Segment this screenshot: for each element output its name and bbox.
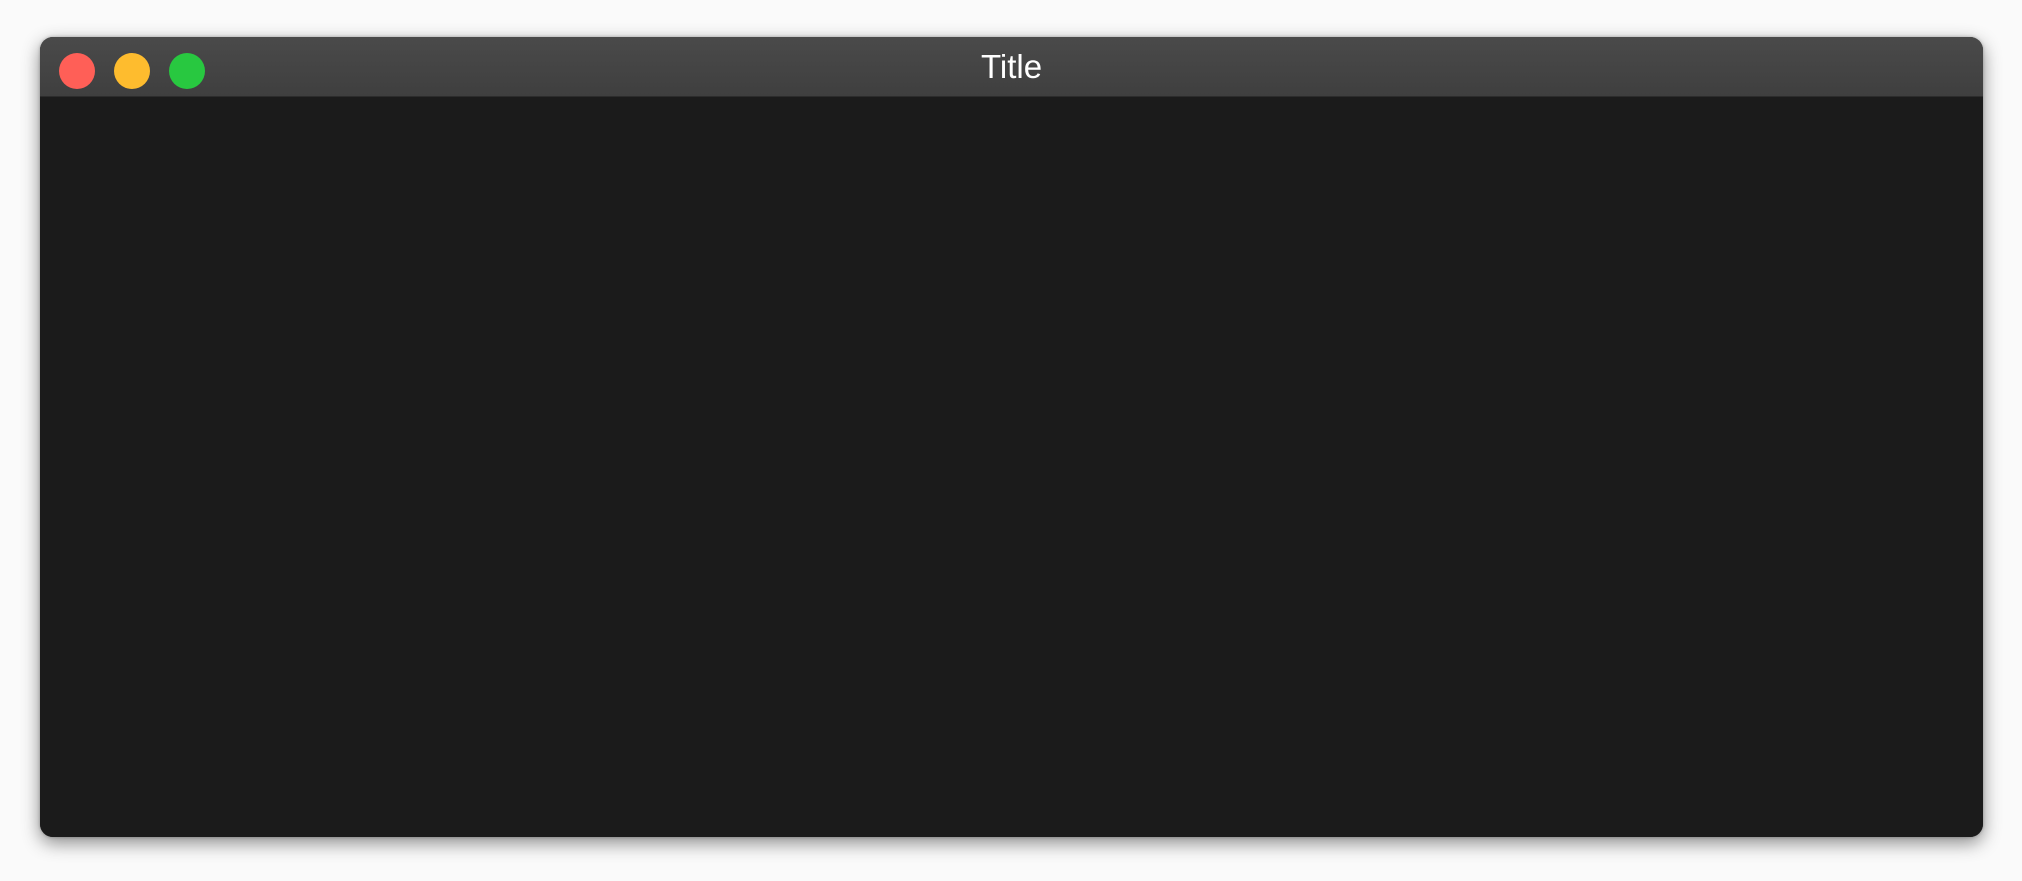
app-window: Title — [40, 37, 1983, 837]
window-title: Title — [980, 48, 1043, 85]
title-bar[interactable]: Title — [40, 37, 1983, 97]
window-content — [40, 97, 1983, 837]
